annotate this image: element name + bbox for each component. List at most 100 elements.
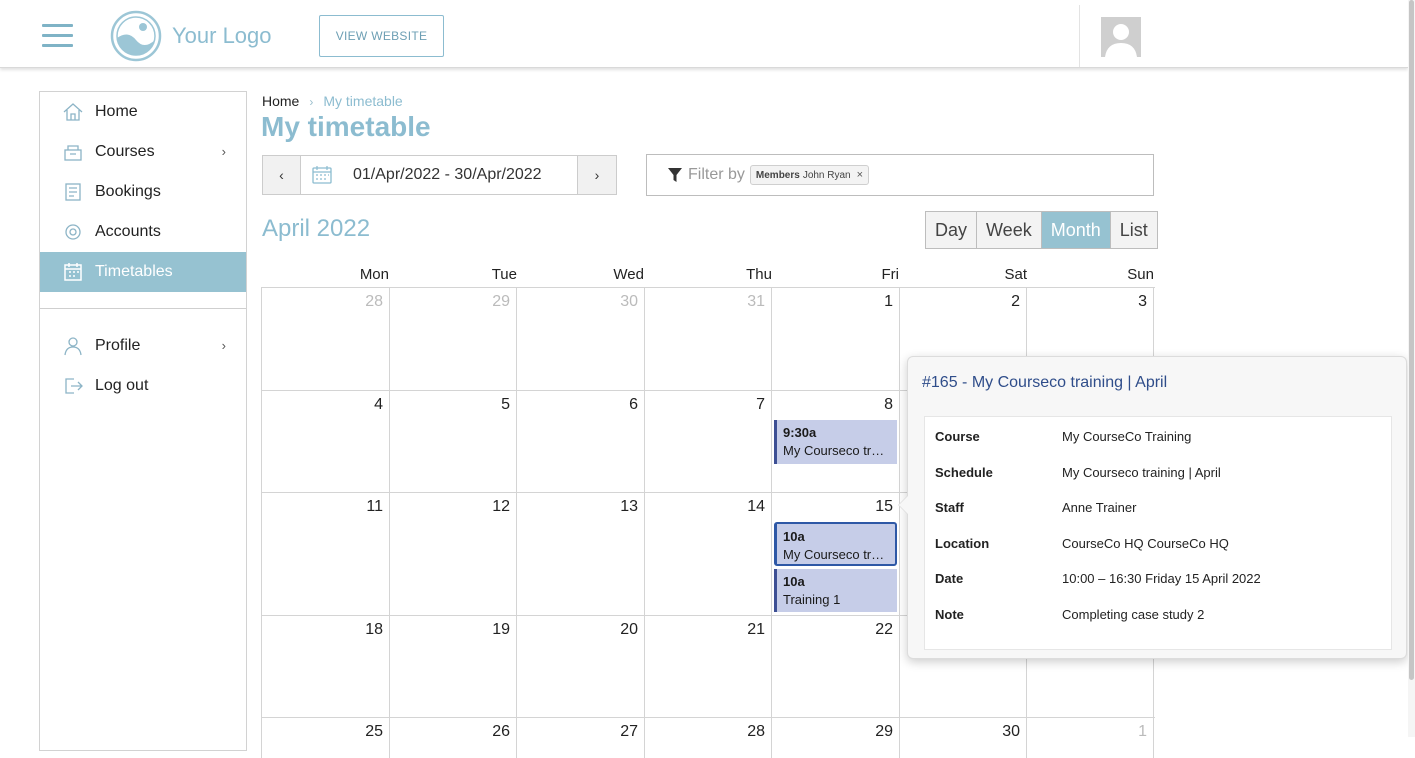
day-number: 1	[1138, 723, 1147, 740]
day-cell[interactable]: 26	[389, 718, 516, 758]
sidebar-item-home[interactable]: Home	[40, 92, 246, 132]
header-divider	[1079, 5, 1080, 67]
view-month-button[interactable]: Month	[1041, 212, 1111, 248]
popover-title[interactable]: #165 - My Courseco training | April	[922, 374, 1167, 392]
breadcrumb-separator: ›	[309, 95, 314, 109]
calendar-event-selected[interactable]: 10a My Courseco training | April	[774, 522, 897, 566]
sidebar: Home Courses › Bookings Accounts Timetab…	[39, 91, 247, 751]
day-number: 6	[629, 396, 638, 413]
day-number: 1	[884, 293, 893, 310]
day-cell[interactable]: 20	[516, 616, 644, 718]
scrollbar-thumb[interactable]	[1409, 0, 1414, 680]
day-cell[interactable]: 14	[644, 493, 771, 616]
remove-filter-icon[interactable]: ×	[857, 169, 863, 181]
day-cell[interactable]: 13	[516, 493, 644, 616]
day-cell[interactable]: 21	[644, 616, 771, 718]
week-row: 25 26 27 28 29 30 1	[261, 717, 1155, 758]
courses-icon	[64, 145, 82, 161]
top-header: Your Logo VIEW WEBSITE	[0, 0, 1408, 68]
logo-icon	[110, 10, 162, 62]
weekday-header: Tue	[491, 266, 517, 283]
sidebar-item-label: Profile	[95, 337, 141, 354]
day-number: 20	[620, 621, 638, 638]
day-number: 22	[875, 621, 893, 638]
home-icon	[63, 103, 83, 121]
day-number: 27	[620, 723, 638, 740]
event-time: 9:30a	[783, 425, 817, 440]
view-week-button[interactable]: Week	[977, 212, 1042, 248]
day-cell[interactable]: 25	[261, 718, 389, 758]
sidebar-item-profile[interactable]: Profile ›	[40, 326, 246, 366]
day-number: 11	[366, 498, 383, 515]
calendar-event[interactable]: 9:30a My Courseco training | April	[774, 420, 897, 464]
page-scrollbar[interactable]	[1408, 0, 1415, 737]
filter-input[interactable]: Filter by Members John Ryan ×	[646, 154, 1154, 196]
day-cell[interactable]: 28	[644, 718, 771, 758]
chevron-right-icon: ›	[221, 144, 226, 159]
day-cell[interactable]: 28	[261, 288, 389, 391]
day-cell[interactable]: 7	[644, 391, 771, 493]
day-cell[interactable]: 11	[261, 493, 389, 616]
day-cell[interactable]: 29	[389, 288, 516, 391]
day-cell[interactable]: 5	[389, 391, 516, 493]
sidebar-item-label: Courses	[95, 143, 155, 160]
logout-icon	[65, 378, 83, 394]
day-cell[interactable]: 19	[389, 616, 516, 718]
view-day-button[interactable]: Day	[926, 212, 978, 248]
day-cell[interactable]: 18	[261, 616, 389, 718]
sidebar-item-accounts[interactable]: Accounts	[40, 212, 246, 252]
sidebar-item-courses[interactable]: Courses ›	[40, 132, 246, 172]
menu-icon[interactable]	[42, 24, 73, 48]
sidebar-item-logout[interactable]: Log out	[40, 366, 246, 406]
prev-period-button[interactable]: ‹	[262, 155, 301, 195]
detail-label: Staff	[935, 500, 964, 515]
day-cell[interactable]: 30	[899, 718, 1026, 758]
calendar-title: April 2022	[262, 215, 371, 242]
day-cell[interactable]: 31	[644, 288, 771, 391]
view-list-button[interactable]: List	[1110, 212, 1157, 248]
logo[interactable]: Your Logo	[110, 10, 272, 62]
day-cell[interactable]: 6	[516, 391, 644, 493]
user-avatar-icon	[1101, 17, 1141, 57]
popover-body: Course My CourseCo Training Schedule My Co…	[924, 416, 1392, 650]
sidebar-item-timetables[interactable]: Timetables	[40, 252, 246, 292]
day-number: 7	[756, 396, 765, 413]
sidebar-item-bookings[interactable]: Bookings	[40, 172, 246, 212]
day-number: 8	[884, 396, 893, 413]
day-number: 21	[747, 621, 765, 638]
view-website-button[interactable]: VIEW WEBSITE	[319, 15, 444, 57]
weekday-header: Sat	[1004, 266, 1027, 283]
date-range-value: 01/Apr/2022 - 30/Apr/2022	[353, 166, 542, 183]
next-period-button[interactable]: ›	[577, 155, 617, 195]
day-cell[interactable]: 22	[771, 616, 899, 718]
day-number: 29	[492, 293, 510, 310]
event-details-popover: #165 - My Courseco training | April Cour…	[898, 356, 1407, 659]
weekday-header: Mon	[359, 266, 389, 283]
day-number: 2	[1011, 293, 1020, 310]
date-range-field[interactable]: 01/Apr/2022 - 30/Apr/2022	[301, 155, 577, 195]
day-number: 12	[492, 498, 510, 515]
day-cell[interactable]: 12	[389, 493, 516, 616]
avatar[interactable]	[1101, 17, 1141, 57]
day-number: 5	[501, 396, 510, 413]
day-cell[interactable]: 4	[261, 391, 389, 493]
day-number: 14	[747, 498, 765, 515]
filter-tag-members: Members John Ryan ×	[749, 165, 870, 185]
sidebar-item-label: Timetables	[95, 263, 173, 280]
detail-label: Date	[935, 571, 964, 586]
filter-tag-key: Members	[755, 169, 800, 181]
day-number: 31	[747, 293, 765, 310]
detail-value: CourseCo HQ CourseCo HQ	[1062, 536, 1229, 551]
detail-label: Course	[935, 429, 980, 444]
detail-value: Completing case study 2	[1062, 607, 1205, 622]
calendar-event[interactable]: 10a Training 1	[774, 569, 897, 612]
day-cell[interactable]: 27	[516, 718, 644, 758]
day-cell[interactable]: 1	[771, 288, 899, 391]
day-number: 18	[365, 621, 383, 638]
chevron-right-icon: ›	[221, 338, 226, 353]
calendar-icon	[312, 166, 332, 184]
day-cell[interactable]: 29	[771, 718, 899, 758]
day-cell[interactable]: 1	[1026, 718, 1154, 758]
day-cell[interactable]: 30	[516, 288, 644, 391]
breadcrumb-home-link[interactable]: Home	[262, 93, 299, 109]
